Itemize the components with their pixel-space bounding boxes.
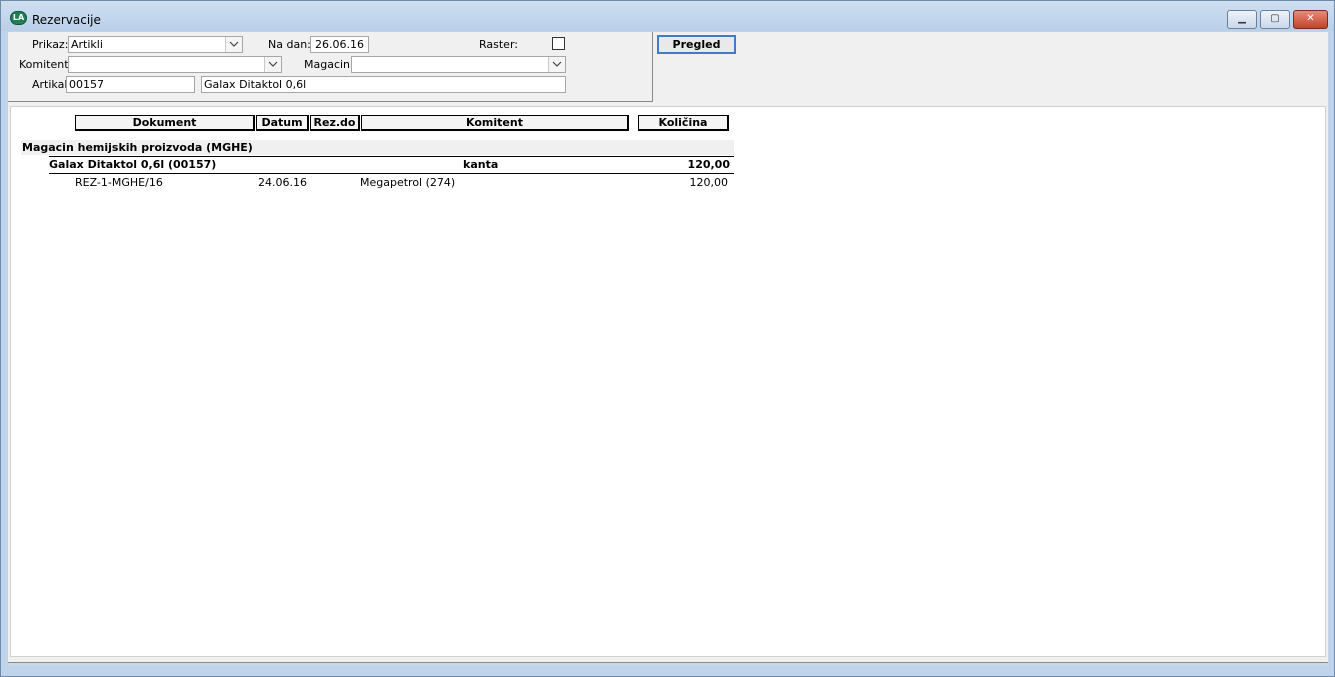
app-logo-icon: LA	[10, 11, 27, 25]
prikaz-value: Artikli	[71, 38, 103, 51]
report-viewer[interactable]: Dokument Datum Rez.do Komitent Količina …	[10, 106, 1326, 657]
window-title: Rezervacije	[32, 13, 101, 27]
artikal-code-input[interactable]: 00157	[66, 76, 195, 93]
row-kolicina: 120,00	[689, 176, 729, 189]
magacin-label: Magacin:	[304, 58, 354, 71]
minimize-button[interactable]: ▁	[1227, 10, 1257, 29]
main-window: LA Rezervacije ▁ ▢ ✕ Prikaz: Artikli Na …	[0, 0, 1335, 677]
group-header: Magacin hemijskih proizvoda (MGHE)	[21, 140, 734, 155]
close-button[interactable]: ✕	[1293, 10, 1328, 29]
na-dan-label: Na dan:	[268, 38, 311, 51]
column-header-rez-do: Rez.do	[310, 115, 360, 131]
chevron-down-icon[interactable]	[548, 57, 565, 72]
item-name: Galax Ditaktol 0,6l (00157)	[49, 158, 217, 171]
row-komitent: Megapetrol (274)	[360, 176, 456, 189]
table-row: REZ-1-MGHE/16 24.06.16 Megapetrol (274) …	[17, 176, 737, 192]
maximize-button[interactable]: ▢	[1260, 10, 1290, 29]
row-dokument: REZ-1-MGHE/16	[75, 176, 163, 189]
column-header-komitent: Komitent	[361, 115, 629, 131]
pregled-button[interactable]: Pregled	[657, 35, 736, 54]
komitent-label: Komitent:	[19, 58, 73, 71]
item-total: 120,00	[687, 158, 730, 171]
status-bar	[8, 662, 1328, 666]
report-page: Dokument Datum Rez.do Komitent Količina …	[17, 111, 1319, 654]
title-bar[interactable]: LA Rezervacije ▁ ▢ ✕	[1, 1, 1334, 31]
komitent-select[interactable]	[68, 56, 282, 73]
chevron-down-icon[interactable]	[264, 57, 281, 72]
chevron-down-icon[interactable]	[225, 37, 242, 52]
na-dan-input[interactable]: 26.06.16	[310, 36, 369, 53]
column-header-dokument: Dokument	[75, 115, 255, 131]
artikal-name-input[interactable]: Galax Ditaktol 0,6l	[201, 76, 566, 93]
row-datum: 24.06.16	[258, 176, 307, 189]
prikaz-select[interactable]: Artikli	[68, 36, 243, 53]
filter-panel: Prikaz: Artikli Na dan: 26.06.16 Raster:…	[8, 32, 653, 102]
column-header-kolicina: Količina	[638, 115, 729, 131]
client-area: Prikaz: Artikli Na dan: 26.06.16 Raster:…	[8, 32, 1328, 662]
magacin-select[interactable]	[351, 56, 566, 73]
raster-label: Raster:	[479, 38, 518, 51]
item-unit: kanta	[463, 158, 499, 171]
column-header-datum: Datum	[256, 115, 309, 131]
item-header: Galax Ditaktol 0,6l (00157) kanta 120,00	[49, 156, 734, 174]
prikaz-label: Prikaz:	[32, 38, 69, 51]
raster-checkbox[interactable]	[552, 37, 565, 50]
